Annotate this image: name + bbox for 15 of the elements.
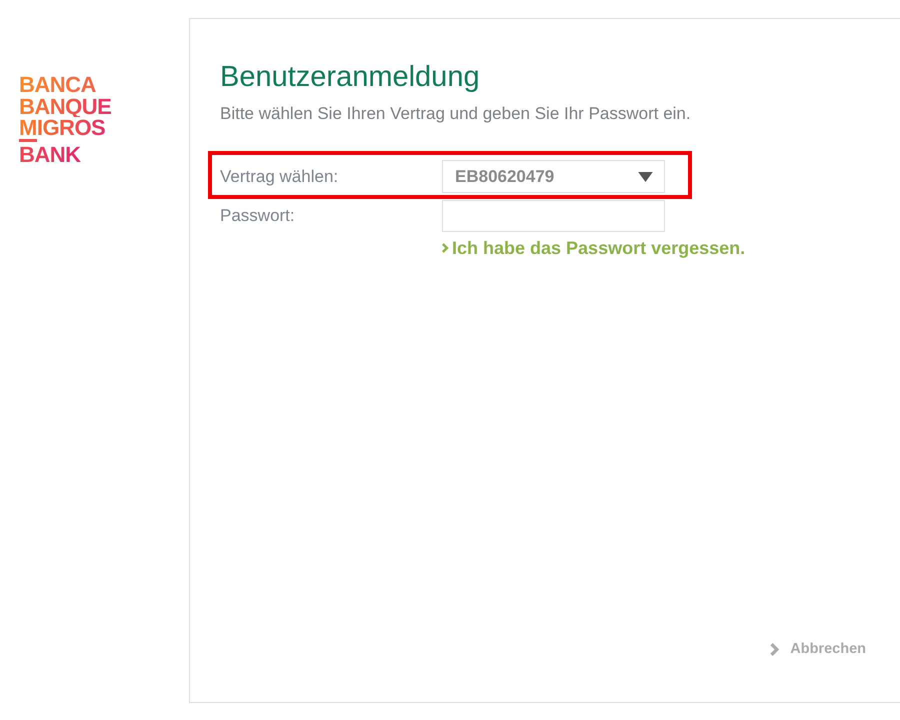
- password-field[interactable]: [442, 200, 665, 232]
- caret-icon: [638, 172, 653, 182]
- logo-word: BANK: [19, 144, 81, 165]
- dash-icon: [19, 138, 37, 142]
- contract-select[interactable]: EB80620479: [442, 160, 665, 193]
- chevron-icon: [770, 642, 780, 656]
- contract-label: Vertrag wählen:: [220, 166, 340, 186]
- page-title: Benutzeranmeldung: [220, 60, 480, 94]
- logo-word: BANCA: [19, 74, 96, 96]
- password-label: Passwort:: [220, 206, 296, 226]
- logo-word: MIGROS: [19, 117, 106, 138]
- intro-text: Bitte wählen Sie Ihren Vertrag und geben Sie Ihr Passwort ein.: [220, 103, 691, 125]
- chevron-icon: [442, 243, 449, 253]
- forgot-password-link[interactable]: Ich habe das Passwort vergessen.: [442, 237, 746, 259]
- logo-word: BANQUE: [19, 96, 112, 117]
